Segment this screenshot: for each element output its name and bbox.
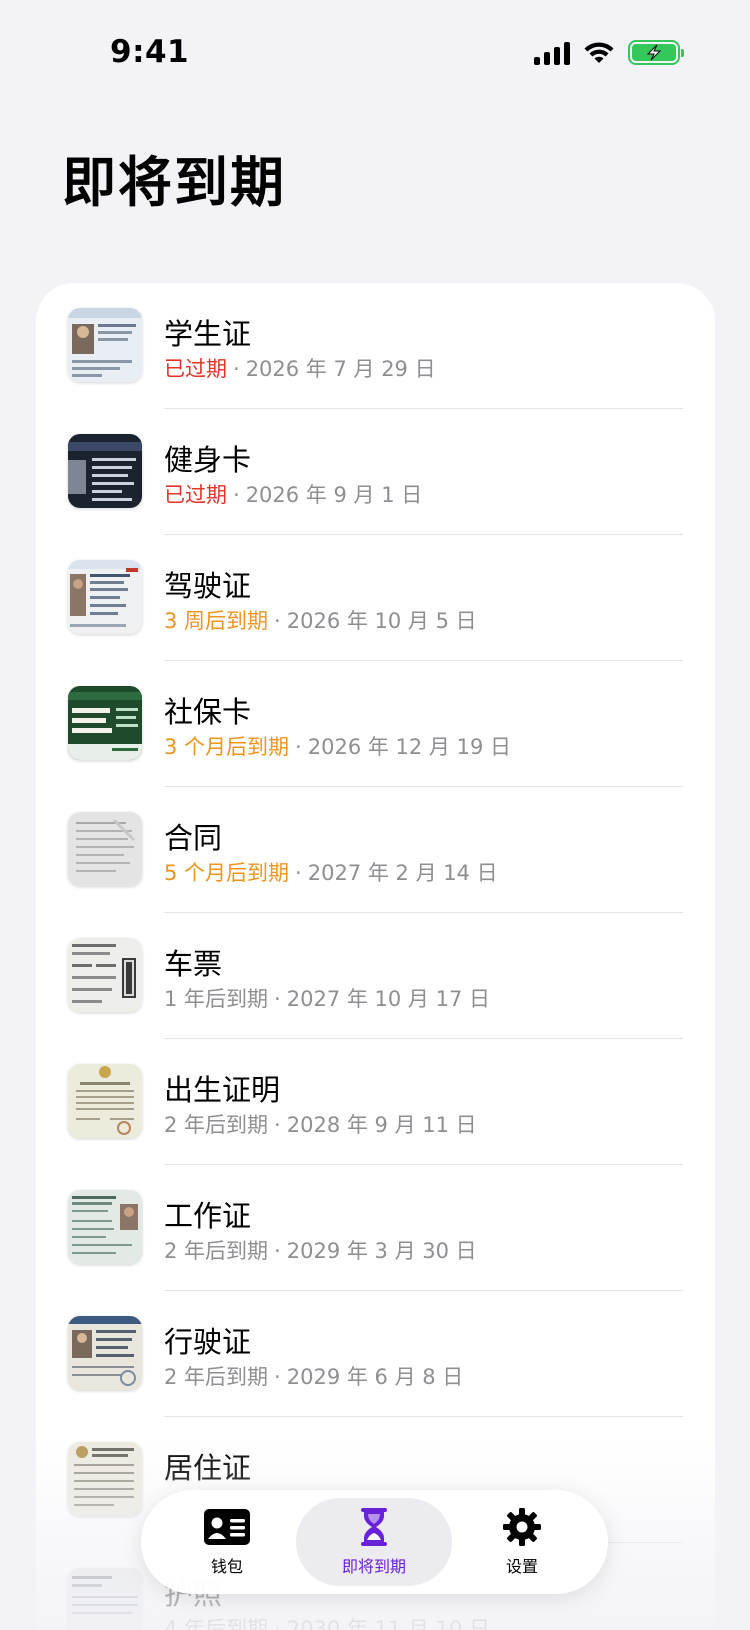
tab-expiring[interactable]: 即将到期 xyxy=(296,1498,452,1586)
status-icons xyxy=(534,40,684,65)
item-title: 工作证 xyxy=(164,1199,252,1233)
item-subtitle: 2 年后到期 · 2029 年 6 月 8 日 xyxy=(164,1365,464,1389)
item-subtitle: 已过期 · 2026 年 9 月 1 日 xyxy=(164,483,423,507)
document-thumbnail xyxy=(68,434,142,508)
item-subtitle: 3 个月后到期 · 2026 年 12 月 19 日 xyxy=(164,735,511,759)
list-item[interactable]: 学生证 已过期 · 2026 年 7 月 29 日 xyxy=(36,283,715,409)
item-subtitle: 5 个月后到期 · 2027 年 2 月 14 日 xyxy=(164,861,498,885)
list-item[interactable]: 车票 1 年后到期 · 2027 年 10 月 17 日 xyxy=(36,913,715,1039)
item-title: 社保卡 xyxy=(164,695,252,729)
document-thumbnail xyxy=(68,812,142,886)
tab-label: 钱包 xyxy=(210,1557,243,1576)
document-thumbnail xyxy=(68,560,142,634)
status-bar: 9:41 xyxy=(0,0,750,110)
item-title: 车票 xyxy=(164,947,223,981)
document-thumbnail xyxy=(68,1442,142,1516)
document-list: 学生证 已过期 · 2026 年 7 月 29 日 健身卡 已过期 · 2026 年 9… xyxy=(36,283,715,1630)
item-subtitle: 4 年后到期 · 2030 年 11 月 10 日 xyxy=(164,1613,490,1630)
expiry-date: 2027 年 10 月 17 日 xyxy=(286,987,490,1011)
expiry-date: 2026 年 9 月 1 日 xyxy=(245,483,423,507)
expiry-date: 2027 年 2 月 14 日 xyxy=(307,861,498,885)
list-item[interactable]: 行驶证 2 年后到期 · 2029 年 6 月 8 日 xyxy=(36,1291,715,1417)
document-thumbnail xyxy=(68,1316,142,1390)
document-thumbnail xyxy=(68,1064,142,1138)
expiry-status: 2 年后到期 xyxy=(164,1365,269,1389)
list-item[interactable]: 健身卡 已过期 · 2026 年 9 月 1 日 xyxy=(36,409,715,535)
tab-bar: 钱包 即将到期 设置 xyxy=(141,1490,608,1594)
list-item[interactable]: 驾驶证 3 周后到期 · 2026 年 10 月 5 日 xyxy=(36,535,715,661)
document-thumbnail xyxy=(68,1190,142,1264)
expiry-status: 1 年后到期 xyxy=(164,987,269,1011)
expiry-date: 2026 年 7 月 29 日 xyxy=(245,357,436,381)
document-thumbnail xyxy=(68,1568,142,1630)
tab-label: 即将到期 xyxy=(341,1557,406,1576)
hourglass-icon xyxy=(350,1507,398,1547)
item-title: 合同 xyxy=(164,821,223,855)
battery-icon xyxy=(628,40,684,65)
status-time: 9:41 xyxy=(110,34,190,70)
expiry-date: 2026 年 10 月 5 日 xyxy=(286,609,477,633)
item-subtitle: 3 周后到期 · 2026 年 10 月 5 日 xyxy=(164,609,477,633)
item-subtitle: 已过期 · 2026 年 7 月 29 日 xyxy=(164,357,436,381)
expiry-status: 已过期 xyxy=(164,483,227,507)
item-subtitle: 2 年后到期 · 2028 年 9 月 11 日 xyxy=(164,1113,477,1137)
expiry-date: 2026 年 12 月 19 日 xyxy=(307,735,511,759)
item-title: 学生证 xyxy=(164,317,252,351)
expiry-status: 已过期 xyxy=(164,357,227,381)
item-title: 行驶证 xyxy=(164,1325,252,1359)
tab-wallet[interactable]: 钱包 xyxy=(149,1498,305,1586)
item-title: 出生证明 xyxy=(164,1073,281,1107)
tab-settings[interactable]: 设置 xyxy=(444,1498,600,1586)
list-item[interactable]: 工作证 2 年后到期 · 2029 年 3 月 30 日 xyxy=(36,1165,715,1291)
document-thumbnail xyxy=(68,686,142,760)
expiry-status: 3 个月后到期 xyxy=(164,735,290,759)
item-title: 居住证 xyxy=(164,1451,252,1485)
item-subtitle: 2 年后到期 · 2029 年 3 月 30 日 xyxy=(164,1239,477,1263)
tab-label: 设置 xyxy=(505,1557,538,1576)
gear-icon xyxy=(498,1507,546,1547)
list-item[interactable]: 社保卡 3 个月后到期 · 2026 年 12 月 19 日 xyxy=(36,661,715,787)
item-title: 驾驶证 xyxy=(164,569,252,603)
list-item[interactable]: 合同 5 个月后到期 · 2027 年 2 月 14 日 xyxy=(36,787,715,913)
document-thumbnail xyxy=(68,308,142,382)
expiry-date: 2029 年 6 月 8 日 xyxy=(286,1365,464,1389)
item-subtitle: 1 年后到期 · 2027 年 10 月 17 日 xyxy=(164,987,490,1011)
expiry-status: 2 年后到期 xyxy=(164,1239,269,1263)
page-title: 即将到期 xyxy=(62,151,286,214)
document-thumbnail xyxy=(68,938,142,1012)
expiry-status: 2 年后到期 xyxy=(164,1113,269,1137)
expiry-date: 2028 年 9 月 11 日 xyxy=(286,1113,477,1137)
expiry-status: 3 周后到期 xyxy=(164,609,269,633)
wifi-icon xyxy=(584,41,614,63)
expiry-status: 5 个月后到期 xyxy=(164,861,290,885)
cellular-signal-icon xyxy=(534,41,570,65)
expiry-status: 4 年后到期 xyxy=(164,1617,269,1630)
list-item[interactable]: 出生证明 2 年后到期 · 2028 年 9 月 11 日 xyxy=(36,1039,715,1165)
expiry-date: 2030 年 11 月 10 日 xyxy=(286,1617,490,1630)
expiry-date: 2029 年 3 月 30 日 xyxy=(286,1239,477,1263)
id-card-icon xyxy=(203,1507,251,1547)
item-title: 健身卡 xyxy=(164,443,252,477)
